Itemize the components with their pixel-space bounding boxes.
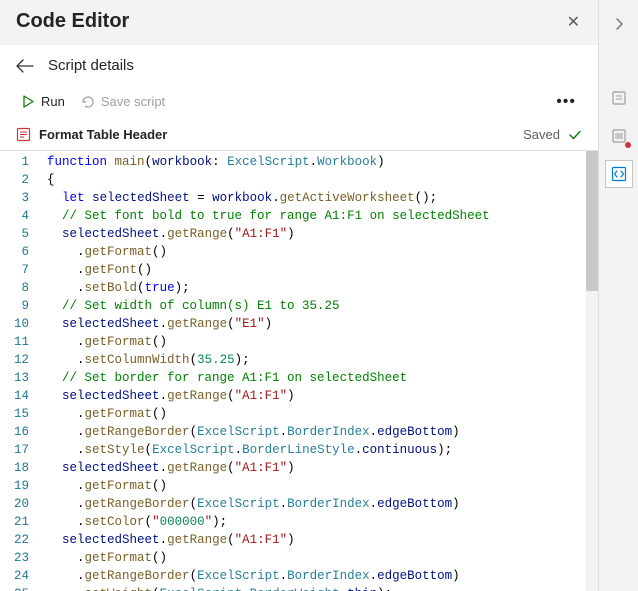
save-icon [81,95,95,109]
save-script-label: Save script [101,94,165,109]
save-script-button: Save script [75,90,171,113]
checkmark-icon [568,128,582,142]
vertical-scrollbar[interactable] [586,151,598,591]
line-number-gutter: 1234567891011121314151617181920212223242… [0,151,39,591]
code-editor-area[interactable]: 1234567891011121314151617181920212223242… [0,150,598,591]
saved-status-label: Saved [523,127,560,142]
editor-panel: Code Editor ✕ Script details Run Save sc… [0,0,598,591]
run-button-label: Run [41,94,65,109]
scroll-thumb[interactable] [586,151,598,291]
script-file-icon [16,127,31,142]
script-name: Format Table Header [39,127,515,142]
rail-record-icon[interactable] [605,122,633,150]
rail-doc-icon[interactable] [605,84,633,112]
more-options-button[interactable]: ••• [550,91,582,113]
close-icon[interactable]: ✕ [563,8,584,36]
rail-code-editor-icon[interactable] [605,160,633,188]
back-arrow-icon[interactable] [16,59,34,73]
breadcrumb-row: Script details [0,45,598,84]
side-rail [598,0,638,591]
script-title-row: Format Table Header Saved [0,121,598,150]
page-title: Code Editor [16,10,582,33]
breadcrumb: Script details [48,57,134,74]
header-bar: Code Editor ✕ [0,0,598,45]
code-content[interactable]: function main(workbook: ExcelScript.Work… [39,151,598,591]
expand-pane-icon[interactable] [605,10,633,38]
play-icon [22,95,35,108]
toolbar: Run Save script ••• [0,84,598,121]
run-button[interactable]: Run [16,90,71,113]
